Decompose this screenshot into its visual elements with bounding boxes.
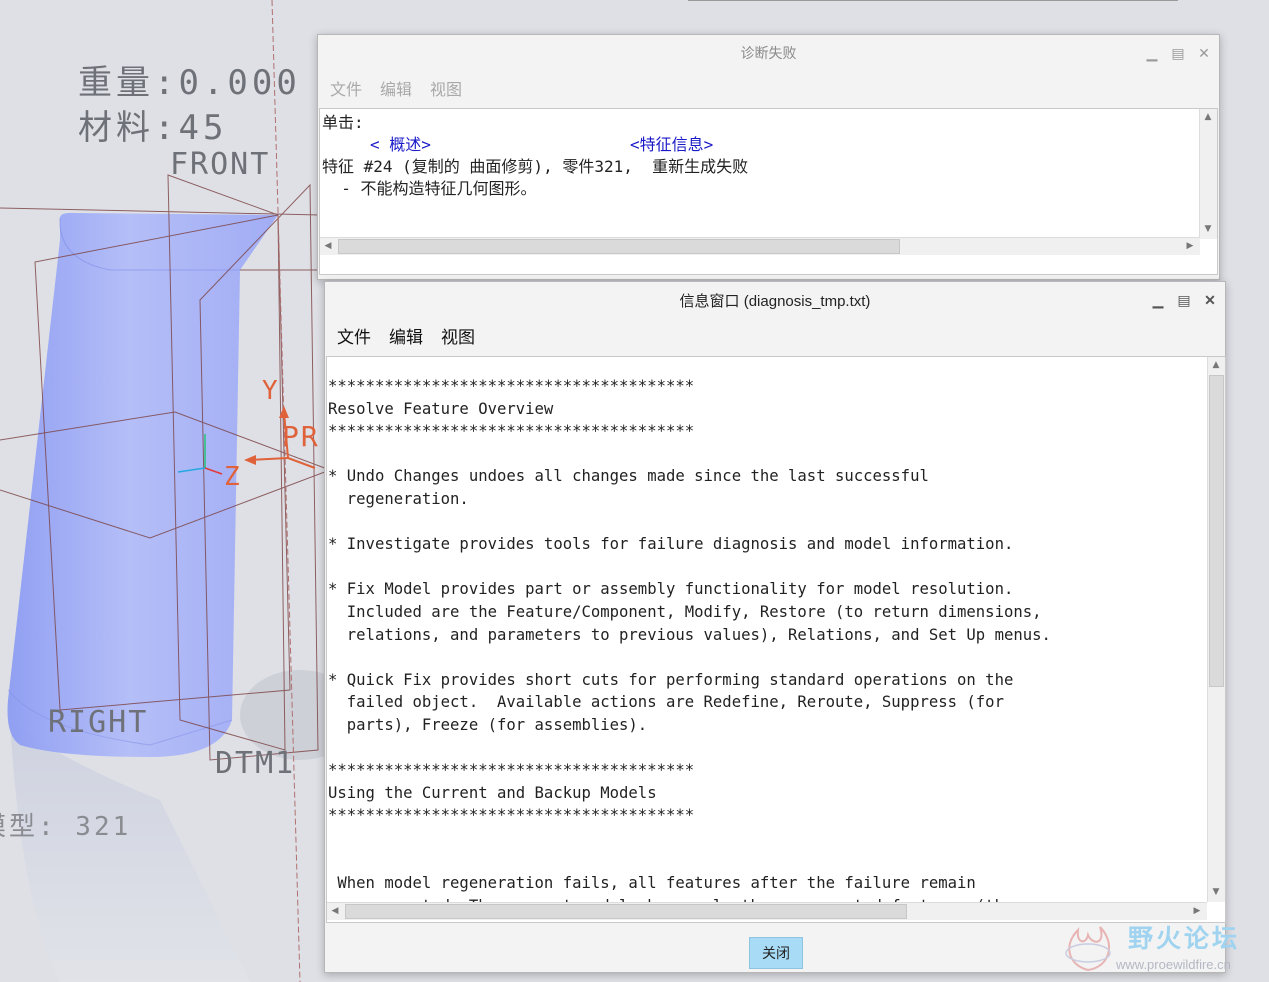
info-titlebar[interactable]: 信息窗口 (diagnosis_tmp.txt) ▁ ▤ ✕ [325, 282, 1225, 318]
info-vertical-scrollbar[interactable]: ▲ ▼ [1207, 357, 1225, 902]
menu-file[interactable]: 文件 [337, 323, 371, 348]
scroll-right-icon[interactable]: ▶ [1182, 238, 1198, 254]
info-text-area[interactable]: *************************************** … [326, 356, 1226, 923]
close-icon[interactable]: ✕ [1197, 45, 1211, 61]
scrollbar-thumb[interactable] [1209, 375, 1224, 687]
scroll-left-icon[interactable]: ◀ [320, 238, 336, 254]
scroll-left-icon[interactable]: ◀ [327, 903, 343, 919]
watermark-url: www.proewildfire.cn [1116, 957, 1231, 972]
scroll-down-icon[interactable]: ▼ [1200, 221, 1216, 237]
diagnosis-window[interactable]: 诊断失败 ▁ ▤ ✕ 文件 编辑 视图 单击: < 概述> <特征信息> 特征 … [317, 34, 1220, 280]
menu-edit[interactable]: 编辑 [389, 323, 423, 348]
maximize-icon[interactable]: ▤ [1177, 292, 1191, 308]
watermark-title: 野火论坛 [1128, 924, 1241, 953]
scrollbar-thumb[interactable] [338, 239, 900, 254]
datum-axis-line [271, 0, 301, 982]
close-button[interactable]: 关闭 [749, 937, 803, 969]
diagnosis-text-area[interactable]: 单击: < 概述> <特征信息> 特征 #24 (复制的 曲面修剪), 零件32… [319, 108, 1218, 275]
scrollbar-thumb[interactable] [345, 904, 907, 919]
menu-view[interactable]: 视图 [441, 323, 475, 348]
menu-edit[interactable]: 编辑 [380, 76, 412, 100]
failure-message: 特征 #24 (复制的 曲面修剪), 零件321, 重新生成失败 [322, 157, 749, 176]
plane-label-dtm: DTM1 [215, 746, 296, 781]
diagnosis-vertical-scrollbar[interactable]: ▲ ▼ [1199, 109, 1217, 239]
minimize-icon[interactable]: ▁ [1151, 292, 1165, 308]
material-label: 材料:45 [78, 108, 228, 148]
axis-label-z: Z [224, 462, 244, 492]
diagnosis-click-label: 单击: [322, 113, 364, 132]
scroll-up-icon[interactable]: ▲ [1208, 357, 1224, 373]
overview-link[interactable]: < 概述> [370, 131, 431, 155]
menu-view[interactable]: 视图 [430, 76, 462, 100]
axis-label-y: Y [262, 376, 282, 406]
plane-label-prt: PR [282, 420, 320, 453]
diagnosis-titlebar[interactable]: 诊断失败 ▁ ▤ ✕ [318, 35, 1219, 71]
info-window[interactable]: 信息窗口 (diagnosis_tmp.txt) ▁ ▤ ✕ 文件 编辑 视图 … [324, 281, 1226, 973]
diagnosis-title: 诊断失败 [740, 45, 797, 61]
plane-label-right: RIGHT [48, 705, 149, 740]
info-text-content: *************************************** … [328, 377, 1051, 915]
plane-label-front: FRONT [170, 147, 271, 182]
failure-reason: - 不能构造特征几何图形。 [322, 179, 537, 198]
minimize-icon[interactable]: ▁ [1145, 45, 1159, 61]
diagnosis-menubar: 文件 编辑 视图 [318, 71, 1219, 105]
flame-logo-icon [1065, 926, 1111, 972]
maximize-icon[interactable]: ▤ [1171, 45, 1185, 61]
scroll-down-icon[interactable]: ▼ [1208, 884, 1224, 900]
feature-info-link[interactable]: <特征信息> [630, 131, 713, 155]
info-menubar: 文件 编辑 视图 [325, 318, 1225, 352]
forum-watermark: 野火论坛 www.proewildfire.cn [1058, 915, 1268, 977]
info-title: 信息窗口 (diagnosis_tmp.txt) [679, 292, 871, 310]
close-icon[interactable]: ✕ [1203, 292, 1217, 308]
diagnosis-horizontal-scrollbar[interactable]: ◀ ▶ [320, 237, 1200, 255]
scroll-up-icon[interactable]: ▲ [1200, 109, 1216, 125]
model-name-label: 模型: 321 [0, 812, 132, 842]
menu-file[interactable]: 文件 [330, 76, 362, 100]
